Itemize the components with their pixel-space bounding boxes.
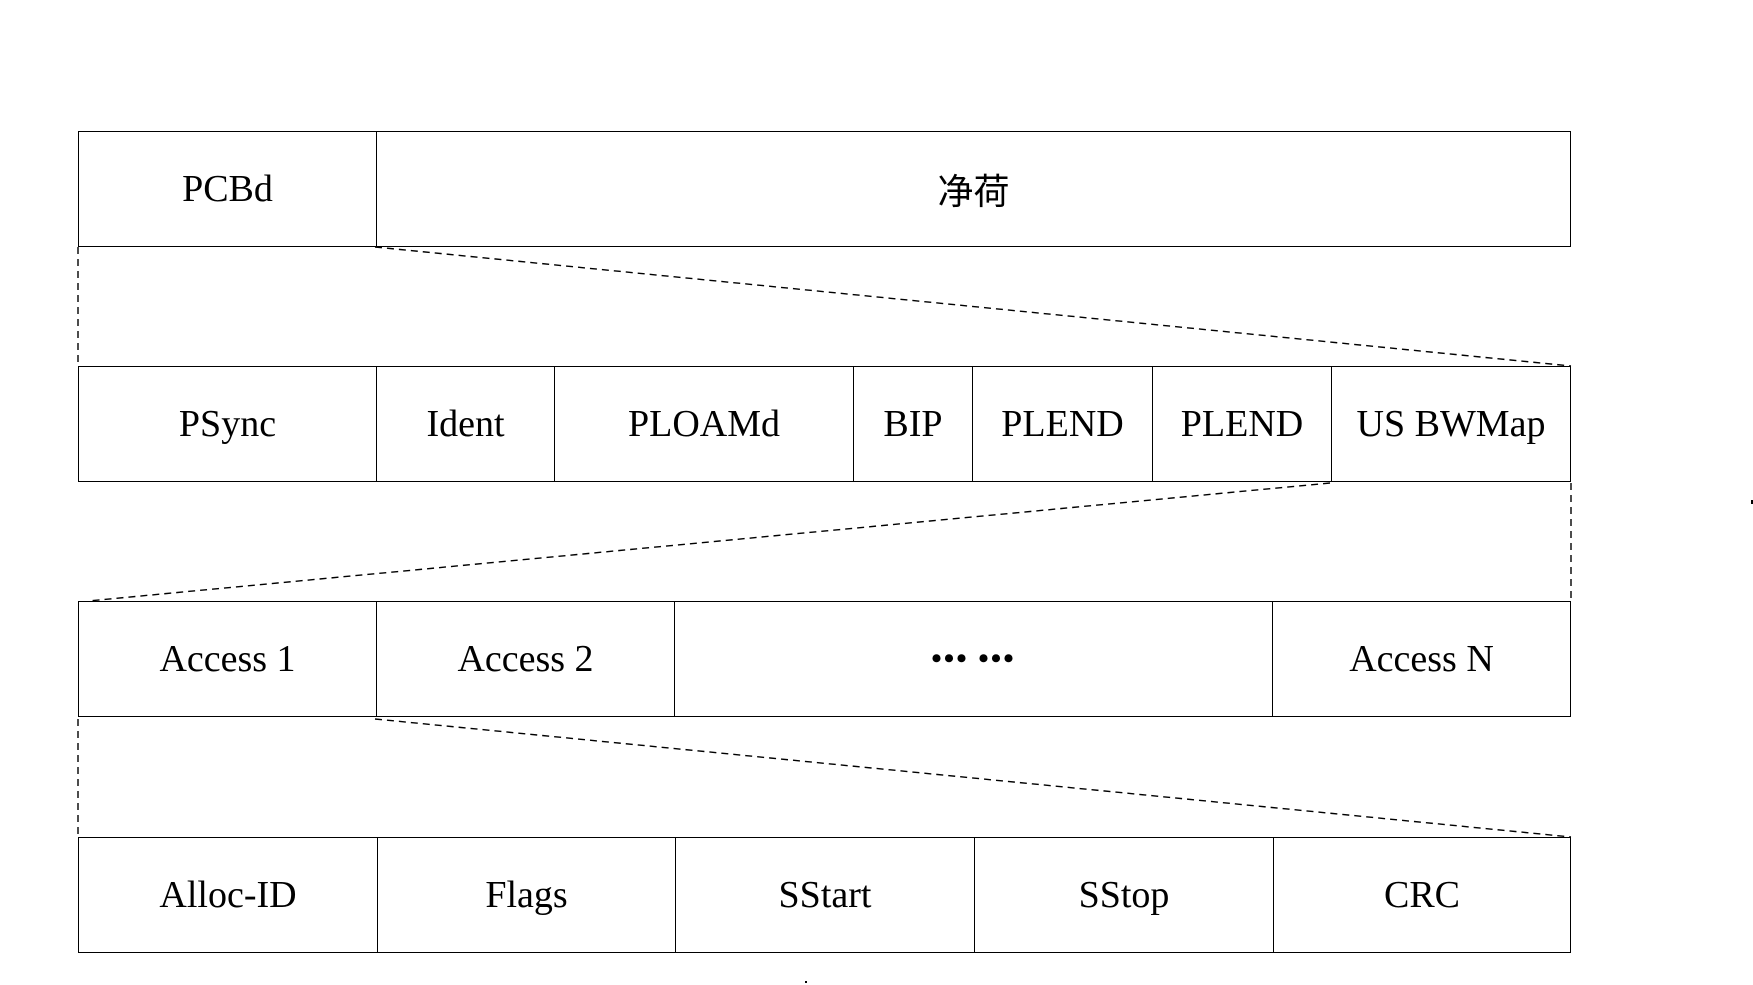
- field-ellipsis: ••• •••: [674, 602, 1272, 716]
- field-crc: CRC: [1273, 838, 1570, 952]
- field-label: US BWMap: [1356, 403, 1546, 445]
- field-alloc-id: Alloc-ID: [79, 838, 377, 952]
- field-label: PCBd: [182, 168, 273, 210]
- field-label: Access 1: [159, 638, 296, 680]
- field-label: PLOAMd: [627, 403, 781, 445]
- field-label: Alloc-ID: [159, 874, 297, 916]
- row-access-expansion: Alloc-ID Flags SStart SStop CRC: [78, 837, 1571, 953]
- field-plend-2: PLEND: [1152, 367, 1331, 481]
- field-sstop: SStop: [974, 838, 1273, 952]
- field-flags: Flags: [377, 838, 675, 952]
- field-bip: BIP: [853, 367, 972, 481]
- field-ident: Ident: [376, 367, 554, 481]
- field-sstart: SStart: [675, 838, 974, 952]
- field-label: Access N: [1349, 638, 1494, 680]
- field-label: Flags: [485, 874, 568, 916]
- row-us-bwmap-expansion: Access 1 Access 2 ••• ••• Access N: [78, 601, 1571, 717]
- field-access-2: Access 2: [376, 602, 674, 716]
- field-label: 净荷: [937, 172, 1010, 213]
- field-label: PLEND: [1001, 403, 1124, 445]
- field-access-1: Access 1: [79, 602, 376, 716]
- row-pcbd-expansion: PSync Ident PLOAMd BIP PLEND PLEND US BW…: [78, 366, 1571, 482]
- field-label: CRC: [1383, 874, 1461, 916]
- row-frame: PCBd 净荷: [78, 131, 1571, 247]
- field-label: Access 2: [457, 638, 594, 680]
- connector-pcbd-right: [374, 246, 1572, 367]
- connector-access1-right: [374, 718, 1572, 838]
- field-ploamd: PLOAMd: [554, 367, 853, 481]
- gpon-frame-structure-diagram: PCBd 净荷 PSync Ident PLOAMd BIP PLEND PLE…: [0, 0, 1753, 985]
- field-payload: 净荷: [376, 132, 1570, 246]
- stray-mark: [805, 981, 807, 983]
- field-access-n: Access N: [1272, 602, 1570, 716]
- ellipsis-label: ••• •••: [931, 642, 1016, 675]
- field-pcbd: PCBd: [79, 132, 376, 246]
- field-label: SStop: [1078, 874, 1170, 916]
- field-psync: PSync: [79, 367, 376, 481]
- field-label: BIP: [883, 403, 943, 445]
- field-plend-1: PLEND: [972, 367, 1152, 481]
- field-us-bwmap: US BWMap: [1331, 367, 1570, 481]
- field-label: PSync: [178, 403, 277, 445]
- connector-bwmap-left: [87, 482, 1331, 602]
- field-label: PLEND: [1180, 403, 1304, 445]
- field-label: Ident: [426, 403, 505, 445]
- field-label: SStart: [778, 874, 872, 916]
